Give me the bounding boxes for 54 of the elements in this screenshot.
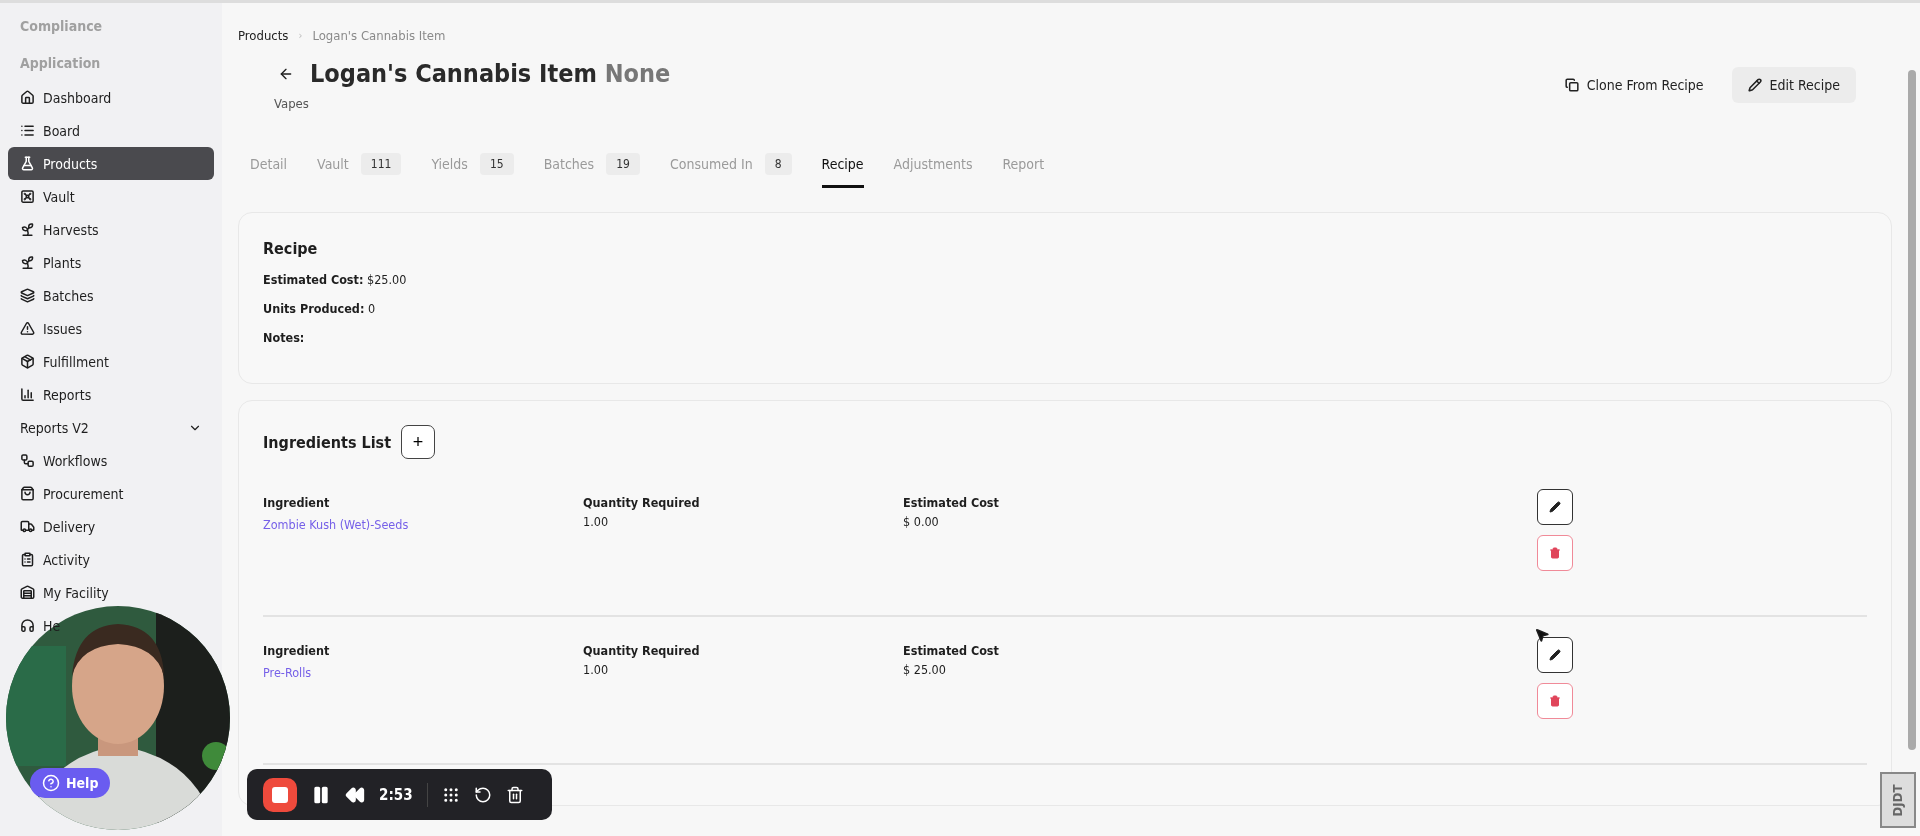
sidebar-item[interactable]: Fulfillment bbox=[8, 345, 214, 378]
column-label: Estimated Cost bbox=[903, 643, 1000, 658]
column-label: Ingredient bbox=[263, 643, 331, 658]
edit-recipe-button[interactable]: Edit Recipe bbox=[1731, 67, 1856, 103]
sidebar-item[interactable]: Reports V2 bbox=[8, 411, 214, 444]
sidebar-item[interactable]: Reports bbox=[8, 378, 214, 411]
tab[interactable]: Batches 19 bbox=[543, 147, 640, 188]
category-label: Vapes bbox=[273, 96, 310, 111]
quantity-value: 1.00 bbox=[583, 662, 610, 677]
tab-count: 111 bbox=[360, 153, 402, 175]
debug-toolbar-handle[interactable]: DJDT bbox=[1880, 772, 1916, 828]
add-button[interactable]: + bbox=[401, 425, 436, 459]
recording-time: 2:53 bbox=[379, 785, 413, 804]
sidebar-item[interactable]: Board bbox=[8, 114, 214, 147]
recipe-field: Estimated Cost: $25.00 bbox=[263, 272, 1867, 287]
card-title: Recipe bbox=[263, 239, 319, 258]
tab[interactable]: Yields 15 bbox=[431, 147, 514, 188]
help-button[interactable]: Help bbox=[30, 768, 111, 798]
tab-count: 8 bbox=[764, 153, 792, 175]
sidebar-item[interactable]: Issues bbox=[8, 312, 214, 345]
quantity-value: 1.00 bbox=[583, 514, 610, 529]
card-title: Ingredients List bbox=[263, 432, 392, 452]
tab-count: 19 bbox=[606, 153, 640, 175]
tab[interactable]: Vault 111 bbox=[317, 147, 402, 188]
column-label: Ingredient bbox=[263, 495, 331, 510]
sidebar-item[interactable]: Plants bbox=[8, 246, 214, 279]
cost-value: $ 0.00 bbox=[903, 514, 940, 529]
ingredient-link[interactable]: Pre-Rolls bbox=[263, 665, 312, 680]
breadcrumb-link[interactable]: Products bbox=[238, 27, 289, 43]
cost-value: $ 25.00 bbox=[903, 662, 947, 677]
sidebar-item[interactable]: Harvests bbox=[8, 213, 214, 246]
tab[interactable]: Recipe bbox=[821, 147, 864, 188]
sidebar-item[interactable]: Dashboard bbox=[8, 81, 214, 114]
sidebar-item[interactable]: Delivery bbox=[8, 510, 214, 543]
page-title: Logan's Cannabis Item None bbox=[310, 59, 671, 88]
sidebar-item[interactable]: Procurement bbox=[8, 477, 214, 510]
column-label: Quantity Required bbox=[583, 495, 701, 510]
recipe-field: Units Produced: 0 bbox=[263, 301, 1867, 316]
column-label: Estimated Cost bbox=[903, 495, 1000, 510]
sidebar-section-title: Application bbox=[19, 53, 102, 73]
sidebar-item[interactable]: Workflows bbox=[8, 444, 214, 477]
sidebar-section-title: Compliance bbox=[19, 16, 104, 36]
breadcrumb-separator: › bbox=[298, 28, 303, 42]
sidebar-item[interactable]: Batches bbox=[8, 279, 214, 312]
recipe-field: Notes: bbox=[263, 330, 1867, 345]
column-label: Quantity Required bbox=[583, 643, 701, 658]
ingredient-link[interactable]: Zombie Kush (Wet)-Seeds bbox=[263, 517, 409, 532]
clone-recipe-button[interactable]: Clone From Recipe bbox=[1548, 67, 1720, 103]
sidebar-item[interactable]: Vault bbox=[8, 180, 214, 213]
tab-count: 15 bbox=[479, 153, 514, 175]
tab[interactable]: Consumed In 8 bbox=[669, 147, 792, 188]
sidebar-item[interactable]: My Facility bbox=[8, 576, 214, 609]
sidebar-item[interactable]: Products bbox=[8, 147, 214, 180]
sidebar-item[interactable]: Activity bbox=[8, 543, 214, 576]
